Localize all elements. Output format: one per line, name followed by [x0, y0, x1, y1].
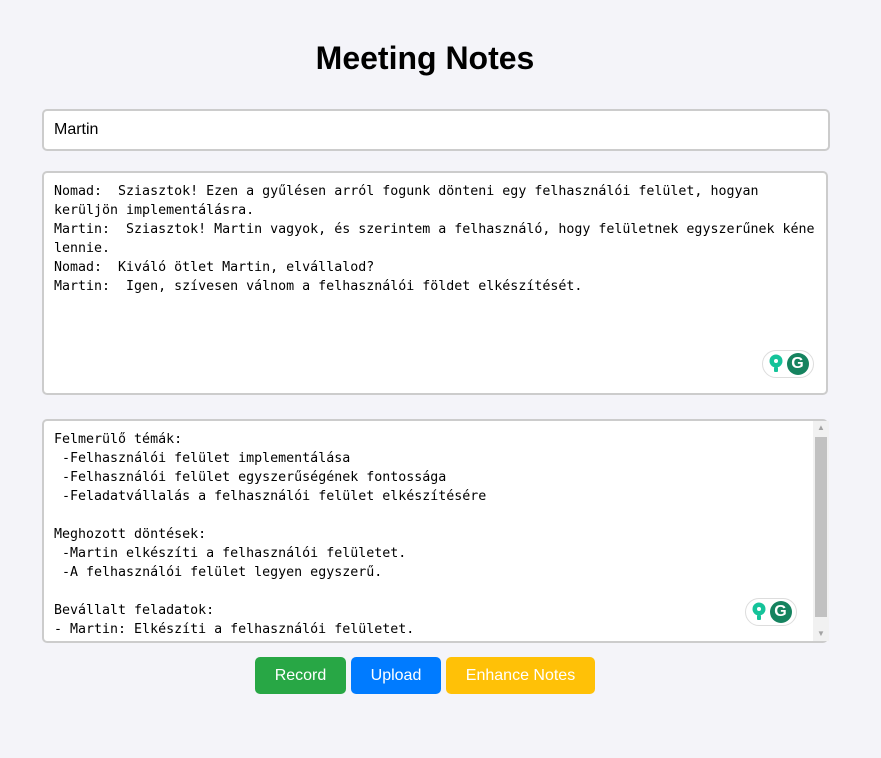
record-button[interactable]: Record: [255, 657, 346, 694]
transcript-textarea[interactable]: Nomad: Sziasztok! Ezen a gyűlésen arról …: [42, 171, 828, 395]
enhance-notes-button[interactable]: Enhance Notes: [446, 657, 595, 694]
scroll-up-arrow-icon[interactable]: ▲: [813, 421, 829, 435]
lightbulb-icon: [769, 354, 782, 372]
name-input[interactable]: [42, 109, 830, 151]
page-title: Meeting Notes: [315, 40, 535, 76]
grammarly-icon: G: [769, 601, 792, 623]
notes-scrollbar[interactable]: ▲ ▼: [813, 421, 829, 641]
grammarly-widget[interactable]: G: [762, 350, 814, 378]
grammarly-icon: G: [786, 353, 809, 375]
grammarly-widget[interactable]: G: [745, 598, 797, 626]
scrollbar-thumb[interactable]: [815, 437, 827, 617]
notes-textarea[interactable]: Felmerülő témák: -Felhasználói felület i…: [42, 419, 828, 643]
upload-button[interactable]: Upload: [351, 657, 441, 694]
lightbulb-icon: [752, 602, 765, 620]
scroll-down-arrow-icon[interactable]: ▼: [813, 627, 829, 641]
